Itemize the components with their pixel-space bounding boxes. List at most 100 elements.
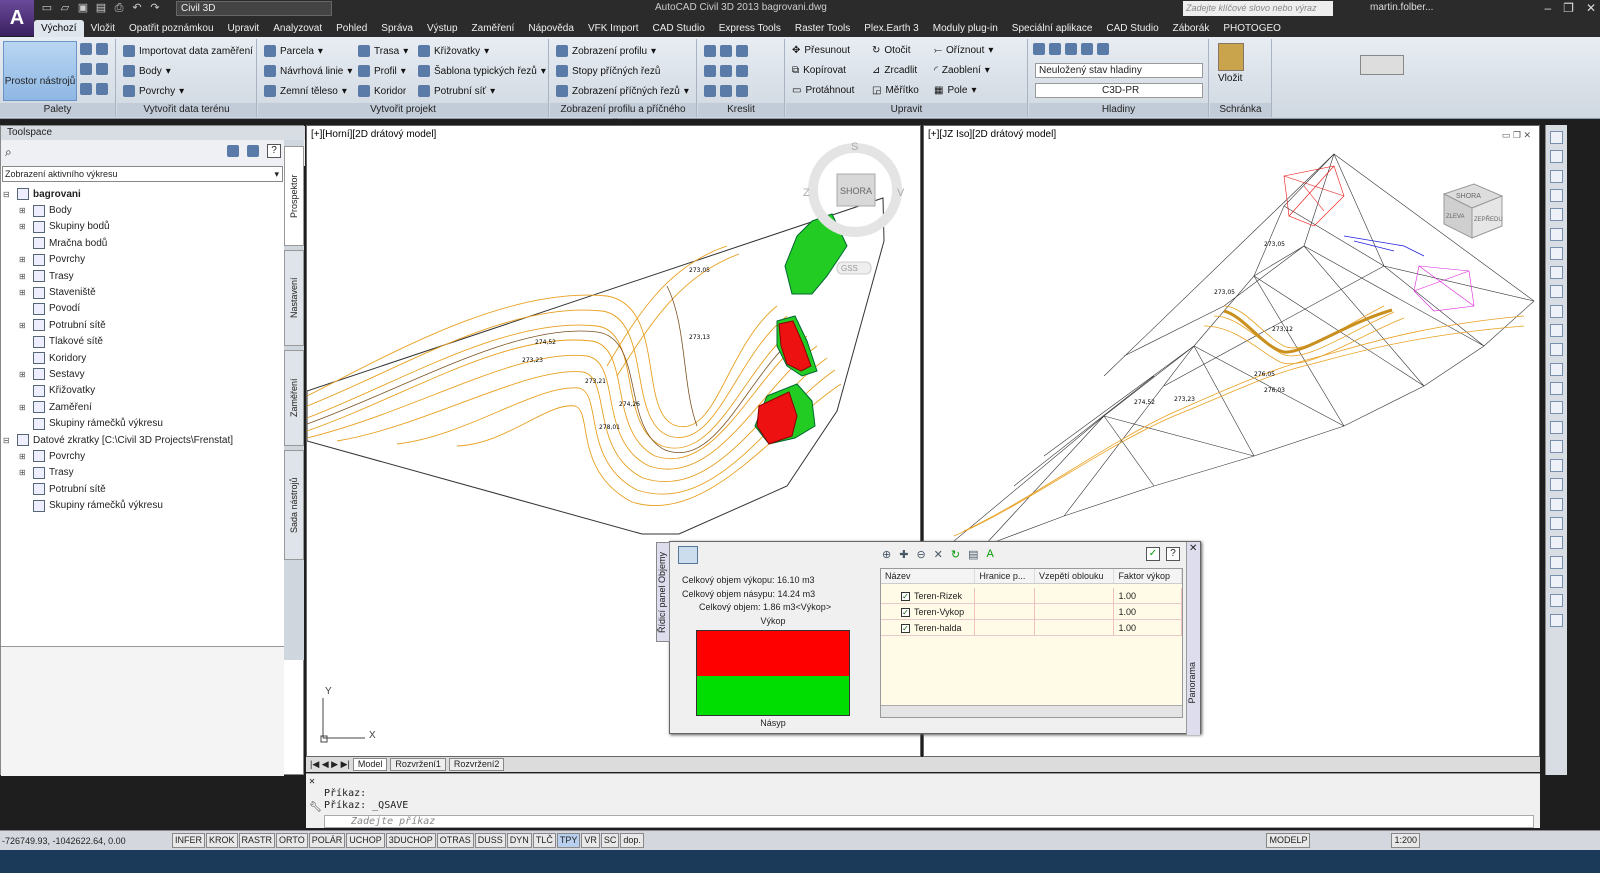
toolspace-button[interactable]: Prostor nástrojů — [3, 41, 77, 101]
status-toggle[interactable]: 3DUCHOP — [385, 833, 436, 848]
tab-13[interactable]: Raster Tools — [788, 20, 857, 37]
tool-icon[interactable] — [1550, 594, 1563, 608]
palette-icon-3[interactable] — [80, 83, 108, 95]
delete-icon[interactable]: ✕ — [934, 548, 943, 561]
undo-icon[interactable]: ↶ — [130, 1, 144, 15]
wrench-icon[interactable]: 🔧︎ — [309, 802, 322, 813]
table-row[interactable]: ✓ Teren-Vykop 1.00 — [881, 604, 1183, 620]
column-header[interactable]: Vzepětí oblouku — [1035, 569, 1115, 583]
status-toggle[interactable]: VR — [581, 833, 600, 848]
layout-tab-0[interactable]: Model — [352, 758, 388, 771]
tool-icon[interactable] — [1550, 324, 1563, 337]
toggle-icon[interactable] — [227, 145, 239, 157]
profile-button[interactable]: Profil ▾ — [358, 65, 406, 77]
expand-toggle[interactable]: ⊞ — [19, 403, 29, 412]
tool-icon[interactable] — [1550, 131, 1563, 144]
tree-item[interactable]: Potrubní sítě — [3, 481, 283, 497]
status-toggle[interactable]: TLČ — [532, 833, 556, 848]
tool-icon[interactable] — [1550, 536, 1563, 550]
tool-icon[interactable] — [1550, 246, 1563, 260]
layer-dropdown[interactable]: C3D-PR — [1035, 83, 1203, 98]
tree-item[interactable]: ⊟ bagrovani — [3, 186, 283, 202]
tab-1[interactable]: Vložit — [84, 20, 122, 37]
panel-title[interactable]: Palety — [0, 103, 115, 117]
tree-item[interactable]: Koridory — [3, 350, 283, 366]
column-header[interactable]: Hranice p... — [975, 569, 1035, 583]
fillet-button[interactable]: ◜ Zaoblení ▾ — [934, 65, 990, 76]
cell[interactable] — [975, 620, 1036, 635]
tab-8[interactable]: Zaměření — [465, 20, 522, 37]
intersections-button[interactable]: Křižovatky ▾ — [418, 45, 489, 57]
cell[interactable] — [1035, 588, 1115, 603]
tree-item[interactable]: Skupiny rámečků výkresu — [3, 497, 283, 513]
expand-toggle[interactable]: ⊞ — [19, 288, 29, 297]
tree-item[interactable]: ⊞ Trasy — [3, 268, 283, 284]
workspace-dropdown[interactable]: Civil 3D — [176, 1, 332, 16]
status-toggle[interactable]: TPY — [556, 833, 581, 848]
alignment-button[interactable]: Trasa ▾ — [358, 45, 408, 57]
grading-button[interactable]: Zemní těleso ▾ — [264, 85, 347, 97]
expand-toggle[interactable]: ⊞ — [19, 321, 29, 330]
side-tab-3[interactable]: Sada nástrojů — [284, 450, 304, 560]
annotation-scale[interactable]: 1:200 — [1391, 833, 1420, 848]
line-tool[interactable] — [704, 45, 748, 57]
viewcube[interactable]: SHORA ZLEVA ZEPŘEDU — [1442, 183, 1504, 239]
item-view-icon[interactable] — [247, 145, 259, 157]
surfaces-button[interactable]: Povrchy ▾ — [123, 85, 184, 97]
tool-icon[interactable] — [1550, 497, 1563, 511]
expand-toggle[interactable]: ⊟ — [3, 190, 13, 199]
report-icon[interactable]: ▤ — [968, 548, 978, 561]
cell[interactable] — [975, 588, 1036, 603]
print-icon[interactable]: ⎙ — [112, 1, 126, 15]
panel-title[interactable]: Schránka — [1210, 103, 1271, 117]
scale-button[interactable]: ◲ Měřítko — [872, 85, 919, 96]
panel-view-icon[interactable] — [678, 546, 698, 564]
expand-toggle[interactable]: ⊞ — [19, 452, 29, 461]
panel-title[interactable]: Kreslit — [698, 103, 784, 117]
column-header[interactable]: Faktor výkop — [1114, 569, 1182, 583]
tool-icon[interactable] — [1550, 169, 1563, 183]
parcel-button[interactable]: Parcela ▾ — [264, 45, 323, 57]
tool-icon[interactable] — [1550, 150, 1563, 164]
points-button[interactable]: Body ▾ — [123, 65, 171, 77]
tab-11[interactable]: CAD Studio — [646, 20, 712, 37]
copy-button[interactable]: ⧉ Kopírovat — [792, 65, 846, 76]
tab-4[interactable]: Analyzovat — [266, 20, 329, 37]
expand-toggle[interactable]: ⊞ — [19, 272, 29, 281]
palette-icon-1[interactable] — [80, 43, 108, 55]
tool-icon[interactable] — [1550, 266, 1563, 280]
status-toggle[interactable]: INFER — [172, 833, 205, 848]
palette-icon-2[interactable] — [80, 63, 108, 75]
tool-icon[interactable] — [1550, 188, 1563, 202]
tab-15[interactable]: Moduly plug-in — [926, 20, 1005, 37]
user-account[interactable]: martin.folber... — [1370, 2, 1433, 13]
open-icon[interactable]: ▱ — [58, 1, 72, 15]
tool-icon[interactable] — [1550, 459, 1563, 473]
tool-icon[interactable] — [1550, 343, 1563, 357]
column-header[interactable]: Název — [881, 569, 976, 583]
tree-item[interactable]: ⊞ Potrubní sítě — [3, 317, 283, 333]
status-toggle[interactable]: dop. — [620, 833, 644, 848]
tree-item[interactable]: Skupiny rámečků výkresu — [3, 415, 283, 431]
label-icon[interactable]: A — [987, 548, 994, 561]
tree-item[interactable]: ⊞ Povrchy — [3, 252, 283, 268]
tab-18[interactable]: Záborák — [1166, 20, 1217, 37]
new-surface-icon[interactable]: ✚ — [899, 548, 908, 561]
tab-17[interactable]: CAD Studio — [1099, 20, 1165, 37]
tool-icon[interactable] — [1550, 517, 1563, 530]
model-space-toggle[interactable]: MODELP — [1266, 833, 1311, 848]
minimize-icon[interactable]: – — [1544, 1, 1551, 15]
refresh-icon[interactable]: ↻ — [951, 548, 960, 561]
tree-item[interactable]: ⊞ Sestavy — [3, 366, 283, 382]
tab-6[interactable]: Správa — [374, 20, 420, 37]
paste-button[interactable]: Vložit — [1218, 73, 1242, 84]
tab-2[interactable]: Opatřit poznámkou — [122, 20, 221, 37]
panel-title[interactable]: Hladiny — [1029, 103, 1208, 117]
tool-icon[interactable] — [1550, 381, 1563, 395]
horizontal-scrollbar[interactable] — [881, 705, 1182, 717]
tab-12[interactable]: Express Tools — [712, 20, 788, 37]
expand-toggle[interactable]: ⊞ — [19, 370, 29, 379]
array-button[interactable]: ▦ Pole ▾ — [934, 85, 977, 96]
close-icon[interactable]: ✕ — [309, 776, 315, 787]
apply-icon[interactable]: ✓ — [1146, 547, 1160, 561]
